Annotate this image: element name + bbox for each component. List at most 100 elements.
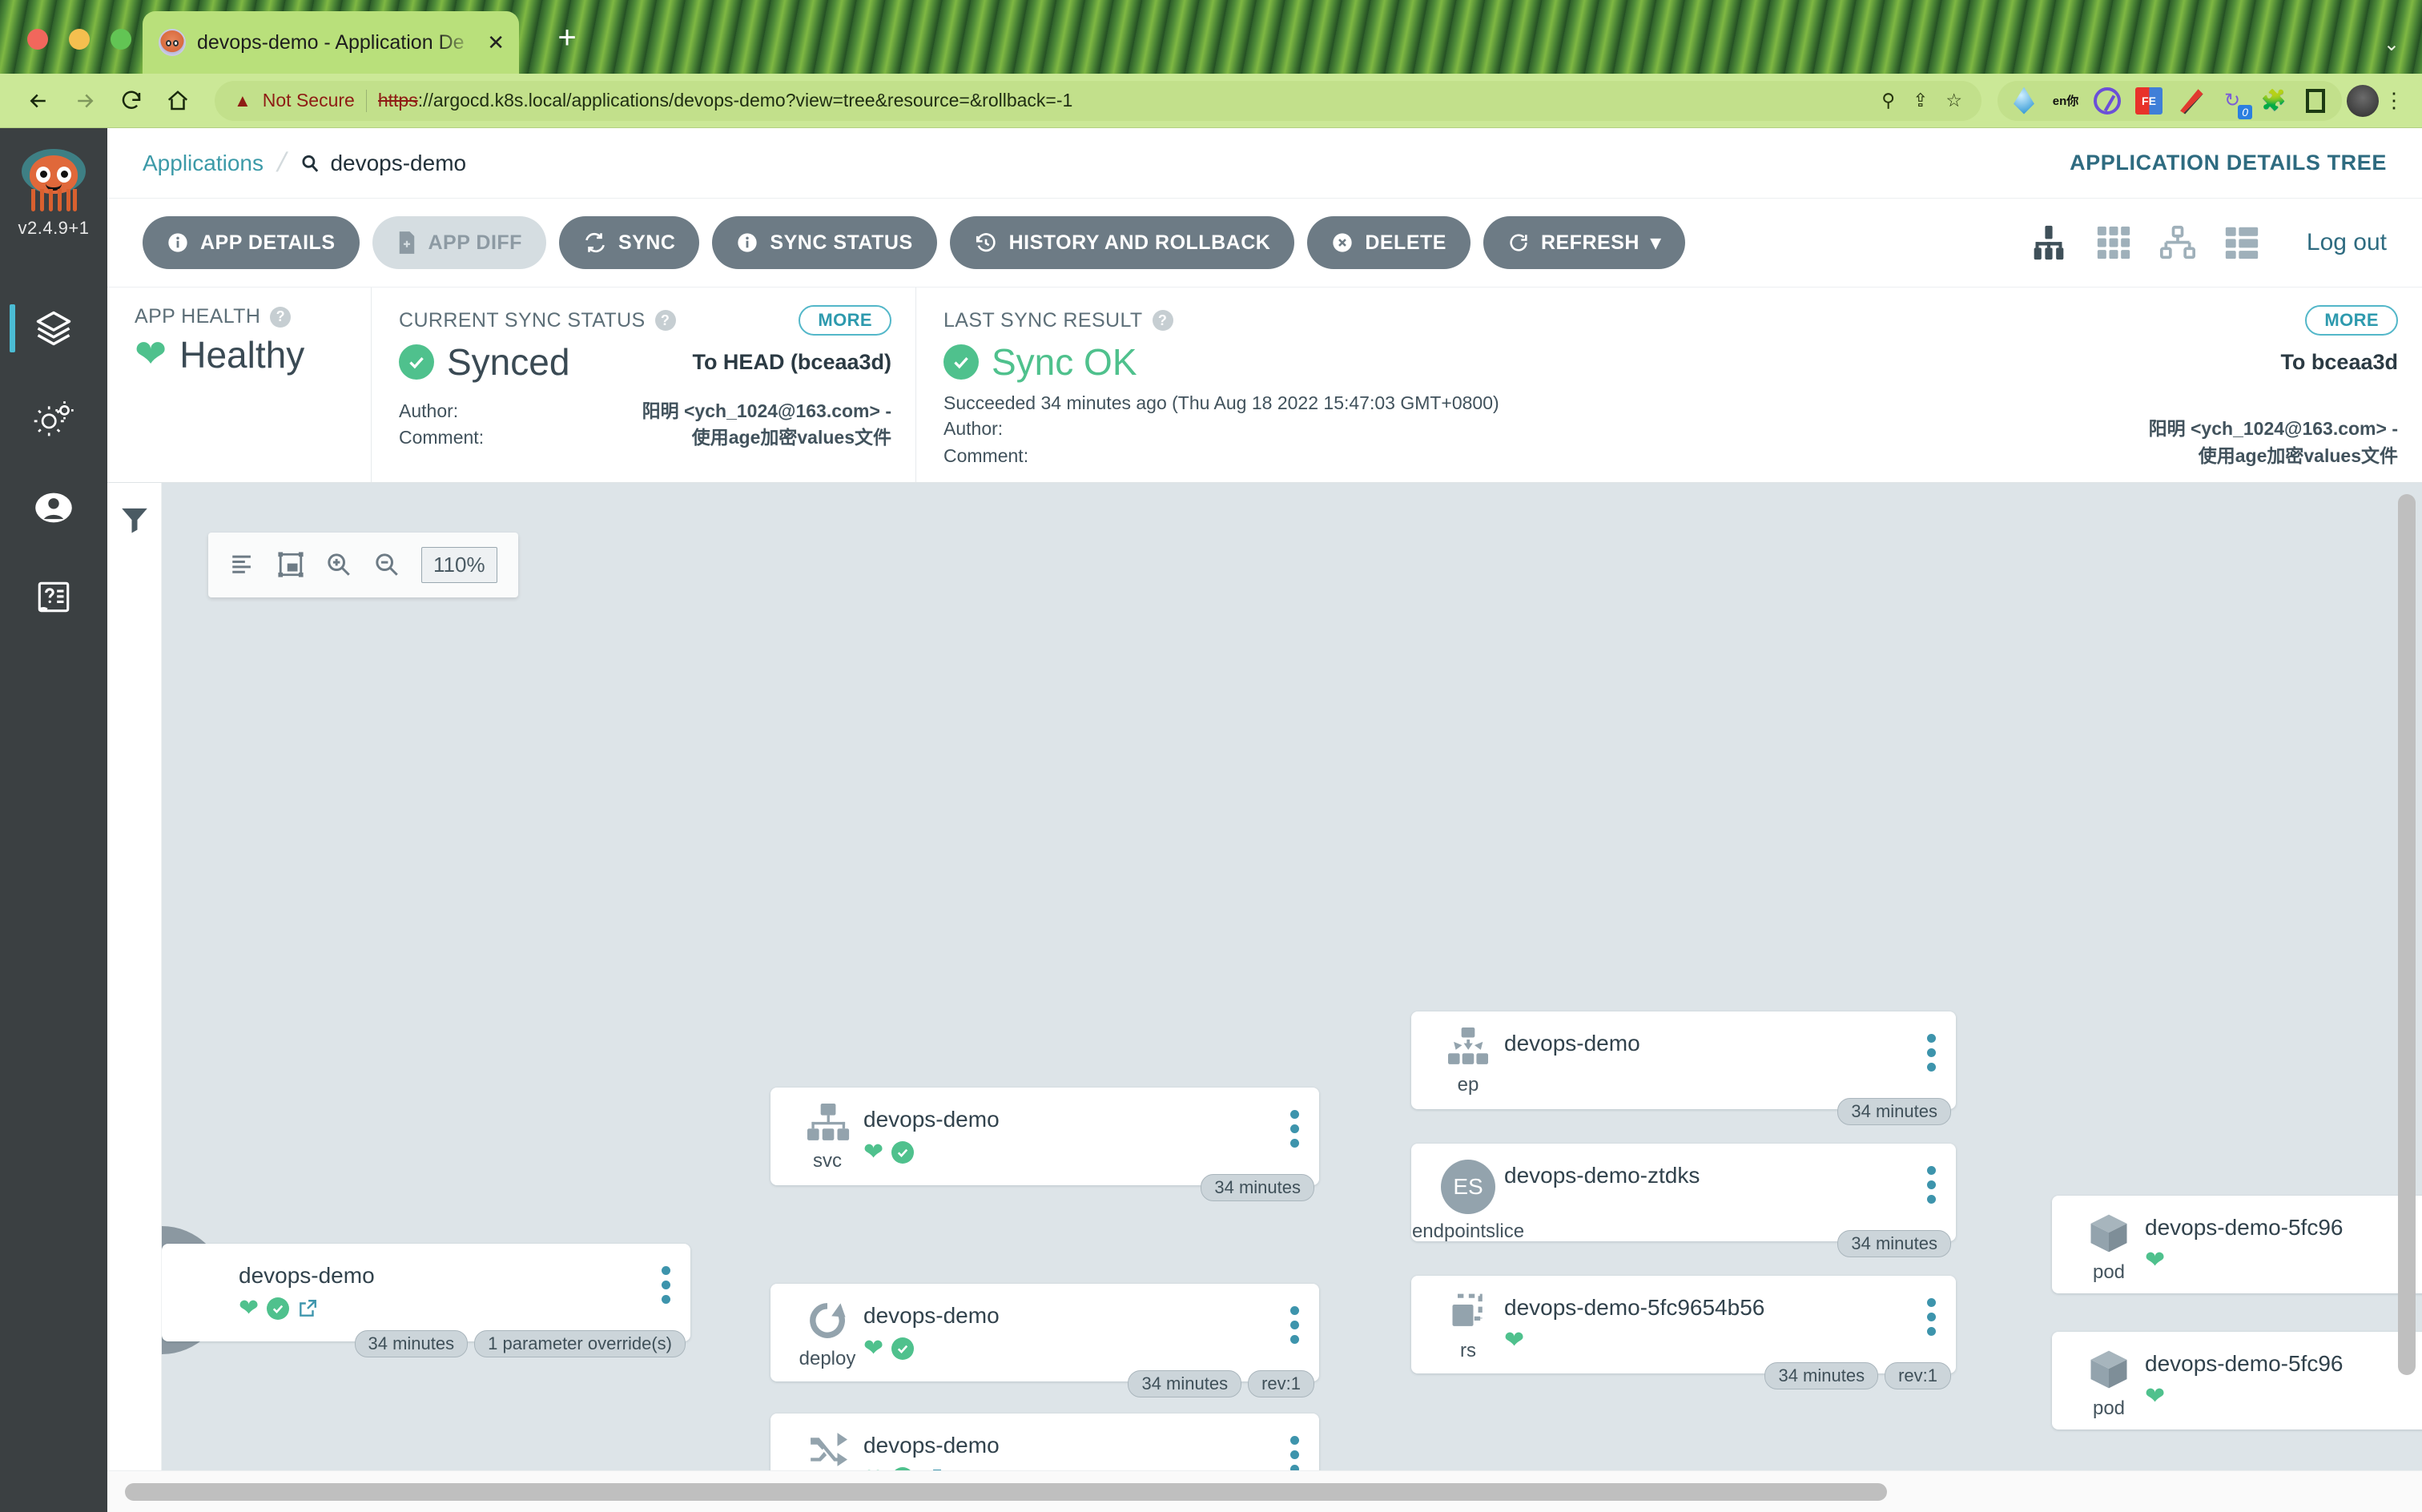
deployment-icon	[805, 1300, 850, 1341]
current-sync-value-row: Synced To HEAD (bceaa3d)	[399, 340, 891, 384]
address-bar[interactable]: ▲ Not Secure https://argocd.k8s.local/ap…	[215, 80, 1981, 121]
sync-extension-icon[interactable]: ↻ 0	[2219, 87, 2252, 119]
browser-menu-icon[interactable]: ⋮	[2384, 88, 2404, 113]
tree-node-deploy[interactable]: deploy devops-demo ❤ 34 minutes rev:1	[770, 1283, 1319, 1397]
node-icon-wrap: pod	[2073, 1212, 2145, 1284]
sync-more-button[interactable]: MORE	[799, 305, 891, 336]
window-traffic-lights[interactable]	[27, 29, 131, 50]
close-window-button[interactable]	[27, 29, 48, 50]
node-menu-icon[interactable]	[1921, 1292, 1941, 1336]
tree-node-rs[interactable]: rs devops-demo-5fc9654b56 ❤ 34 minutes r…	[1411, 1275, 1956, 1389]
back-arrow-icon[interactable]	[18, 80, 59, 122]
help-icon[interactable]: ?	[270, 306, 292, 328]
breadcrumb-applications-link[interactable]: Applications	[143, 151, 264, 176]
check-circle-icon	[399, 344, 434, 380]
zoom-level-value[interactable]: 110%	[421, 546, 497, 583]
sidebar-item-applications[interactable]	[0, 284, 107, 373]
node-main: devops-demo-5fc9654b56 ❤	[1504, 1292, 1921, 1353]
tree-view-icon[interactable]	[2030, 225, 2068, 260]
app-details-button[interactable]: APP DETAILS	[143, 216, 360, 269]
sidebar-item-documentation[interactable]	[0, 553, 107, 642]
circle-slash-extension-icon[interactable]	[2094, 86, 2121, 115]
fe-extension-icon[interactable]: FE	[2135, 86, 2162, 115]
sync-button[interactable]: SYNC	[558, 216, 700, 269]
delete-button[interactable]: DELETE	[1307, 216, 1470, 269]
new-tab-button[interactable]: +	[545, 18, 589, 62]
argo-octopus-logo[interactable]	[18, 149, 89, 215]
app-health-value-row: ❤ Healthy	[135, 333, 347, 376]
endpointslice-badge-icon: ES	[1441, 1159, 1495, 1214]
home-icon[interactable]	[157, 80, 199, 122]
help-icon[interactable]: ?	[1152, 310, 1173, 331]
highlighter-pen-extension-icon[interactable]	[2180, 89, 2203, 115]
horizontal-scrollbar-thumb[interactable]	[125, 1482, 1887, 1501]
bookmark-star-icon[interactable]: ☆	[1945, 90, 1962, 111]
tree-node-endpointslice[interactable]: ES endpointslice devops-demo-ztdks 34 mi…	[1411, 1143, 1956, 1257]
help-icon[interactable]: ?	[654, 310, 676, 331]
tree-node-ing[interactable]: ing devops-demo ❤	[770, 1413, 1319, 1470]
reload-icon[interactable]	[111, 80, 152, 122]
node-name: devops-demo	[863, 1106, 1000, 1132]
last-sync-title: LAST SYNC RESULT	[943, 308, 1143, 332]
logout-button[interactable]: Log out	[2307, 229, 2387, 256]
node-menu-icon[interactable]	[1921, 1027, 1941, 1072]
last-sync-more-button[interactable]: MORE	[2305, 305, 2398, 336]
node-menu-icon[interactable]	[1284, 1430, 1305, 1470]
sidebar-item-settings[interactable]	[0, 373, 107, 463]
zoom-icon[interactable]: ⚲	[1881, 90, 1895, 111]
app-health-header: APP HEALTH ?	[135, 305, 347, 328]
vertical-scrollbar[interactable]	[2398, 493, 2416, 1375]
node-menu-icon[interactable]	[1284, 1300, 1305, 1344]
browser-tab[interactable]: devops-demo - Application De ✕	[143, 11, 519, 74]
heart-icon: ❤	[135, 333, 167, 376]
drop-extension-icon[interactable]	[2014, 86, 2034, 115]
view-mode-switcher: Log out	[2030, 225, 2387, 260]
tree-node-pod-2[interactable]: pod devops-demo-5fc96 ❤ 34 mi	[2052, 1331, 2422, 1430]
node-menu-icon[interactable]	[1921, 1160, 1941, 1204]
tree-canvas[interactable]: 110% devops-demo ❤ 34 minutes 1 paramete…	[162, 482, 2422, 1470]
app-diff-button[interactable]: APP DIFF	[372, 216, 546, 269]
external-link-icon[interactable]	[297, 1298, 318, 1319]
forward-arrow-icon[interactable]	[64, 80, 106, 122]
node-pills: 34 minutes rev:1	[1764, 1361, 1951, 1389]
heart-icon: ❤	[1504, 1326, 1525, 1353]
heart-icon: ❤	[2145, 1382, 2166, 1409]
chevron-down-icon[interactable]: ⌄	[2384, 33, 2400, 56]
profile-avatar[interactable]	[2347, 84, 2379, 117]
tree-node-pod-1[interactable]: pod devops-demo-5fc96 ❤ 34 mi	[2052, 1195, 2422, 1293]
zoom-in-icon[interactable]	[325, 551, 352, 578]
security-status-label[interactable]: Not Secure	[263, 90, 355, 111]
last-sync-comment-label: Comment:	[943, 444, 1029, 466]
sync-arrows-icon	[583, 231, 607, 255]
node-menu-icon[interactable]	[1284, 1104, 1305, 1148]
replicaset-icon	[1446, 1292, 1491, 1333]
puzzle-extensions-icon[interactable]: 🧩	[2260, 87, 2287, 115]
maximize-window-button[interactable]	[111, 29, 131, 50]
zoom-out-icon[interactable]	[373, 551, 400, 578]
filter-funnel-icon[interactable]	[119, 504, 151, 1470]
close-icon[interactable]: ✕	[487, 32, 505, 53]
align-left-icon[interactable]	[229, 551, 256, 578]
list-view-icon[interactable]	[2223, 225, 2260, 260]
external-link-icon[interactable]	[922, 1468, 943, 1470]
share-icon[interactable]: ⇪	[1913, 90, 1928, 111]
fit-to-screen-icon[interactable]	[277, 551, 304, 578]
tree-node-application[interactable]: devops-demo ❤ 34 minutes 1 parameter ove…	[162, 1243, 690, 1357]
node-name: devops-demo	[863, 1302, 1000, 1328]
minimize-window-button[interactable]	[69, 29, 90, 50]
check-circle-icon	[267, 1297, 290, 1320]
translate-extension-icon[interactable]: en你	[2052, 87, 2079, 115]
history-and-rollback-button[interactable]: HISTORY AND ROLLBACK	[949, 216, 1295, 269]
last-sync-comment-row: Comment: 使用age加密values文件	[943, 443, 2398, 469]
horizontal-scrollbar-track[interactable]	[107, 1470, 2422, 1512]
sidebar-item-user-info[interactable]	[0, 463, 107, 553]
sync-status-button[interactable]: SYNC STATUS	[712, 216, 937, 269]
tree-node-svc[interactable]: svc devops-demo ❤ 34 minutes	[770, 1087, 1319, 1201]
node-menu-icon[interactable]	[655, 1260, 676, 1304]
pods-grid-view-icon[interactable]	[2095, 225, 2132, 260]
tree-node-ep[interactable]: ep devops-demo 34 minutes	[1411, 1011, 1956, 1125]
sidepanel-icon[interactable]	[2302, 87, 2329, 115]
refresh-button[interactable]: REFRESH ▾	[1483, 216, 1685, 269]
network-view-icon[interactable]	[2159, 225, 2196, 260]
node-age-pill: 34 minutes	[1837, 1229, 1951, 1257]
